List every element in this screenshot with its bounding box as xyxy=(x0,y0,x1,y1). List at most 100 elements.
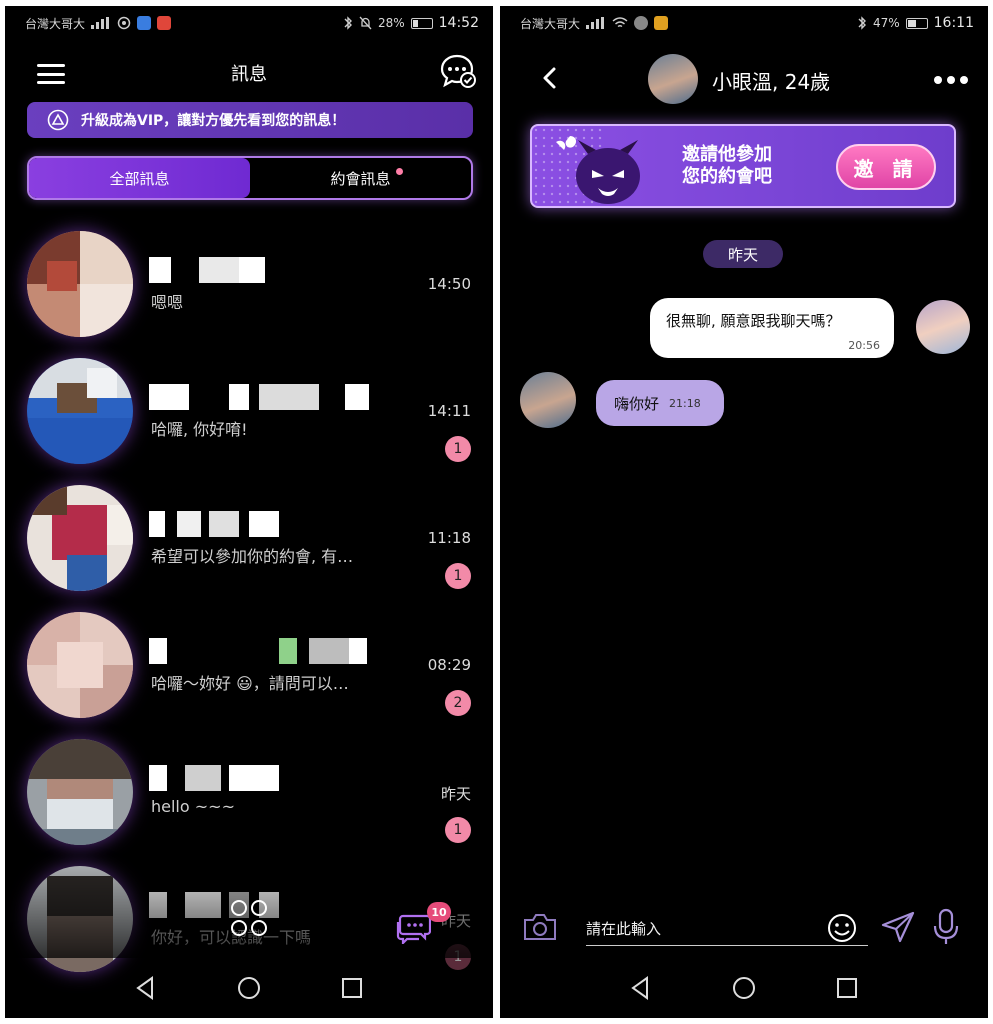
message-time: 08:29 xyxy=(427,656,471,674)
invite-text: 邀請他參加 您的約會吧 xyxy=(682,144,772,188)
avatar-pixelated xyxy=(27,612,133,718)
tab-label: 約會訊息 xyxy=(330,169,391,188)
message-time: 21:18 xyxy=(669,396,701,410)
chevron-left-icon[interactable] xyxy=(540,66,560,90)
apps-icon[interactable] xyxy=(231,900,267,936)
date-invite-banner: 邀請他參加 您的約會吧 邀 請 xyxy=(530,124,956,208)
message-preview: 希望可以參加你的約會, 有… xyxy=(151,547,354,566)
message-time: 昨天 xyxy=(440,785,471,803)
recents-square-icon[interactable] xyxy=(339,975,365,1001)
bluetooth-icon xyxy=(344,16,352,30)
message-preview: 哈囉～妳好 😃，請問可以… xyxy=(151,674,349,693)
system-nav-bar xyxy=(5,958,493,1018)
message-preview: 哈囉, 你好唷! xyxy=(151,420,248,439)
app-notification-icon xyxy=(157,16,172,30)
smiley-icon[interactable] xyxy=(826,912,858,944)
avatar-pixelated xyxy=(27,231,133,337)
tab-date-messages[interactable]: 約會訊息 xyxy=(250,158,471,198)
message-time: 14:50 xyxy=(427,275,471,293)
conversation-row[interactable]: hello ~~~ 昨天 1 xyxy=(5,729,493,856)
message-text: 很無聊, 願意跟我聊天嗎？ xyxy=(666,312,841,330)
wifi-icon xyxy=(612,17,628,28)
battery-icon xyxy=(905,17,928,29)
status-bar: 台灣大哥大 28% 14:52 xyxy=(5,6,493,40)
chat-check-icon[interactable] xyxy=(439,52,477,90)
battery-percent: 28% xyxy=(377,16,405,30)
send-icon[interactable] xyxy=(880,910,916,944)
contact-name-redacted xyxy=(149,384,379,412)
page-title: 訊息 xyxy=(231,64,267,85)
mute-bell-icon xyxy=(359,16,372,30)
devil-mascot-icon xyxy=(556,136,640,204)
conversation-row[interactable]: 嗯嗯 14:50 xyxy=(5,221,493,348)
unread-badge: 1 xyxy=(445,563,471,589)
contact-name-redacted xyxy=(149,257,379,285)
message-tabs: 全部訊息 約會訊息 xyxy=(27,156,473,200)
vip-icon xyxy=(47,109,69,131)
new-dot-indicator xyxy=(396,168,403,175)
vip-banner-text: 升級成為VIP，讓對方優先看到您的訊息！ xyxy=(81,113,346,129)
recents-square-icon[interactable] xyxy=(834,975,860,1001)
chat-bubbles-icon[interactable] xyxy=(395,914,431,944)
home-circle-icon[interactable] xyxy=(236,975,262,1001)
avatar-pixelated xyxy=(27,358,133,464)
avatar-pixelated xyxy=(27,866,133,972)
unread-badge: 2 xyxy=(445,690,471,716)
message-composer xyxy=(500,906,988,956)
home-circle-icon[interactable] xyxy=(731,975,757,1001)
message-text: 嗨你好 xyxy=(614,394,660,413)
app-notification-icon xyxy=(634,16,649,30)
clock: 14:52 xyxy=(438,15,479,31)
microphone-icon[interactable] xyxy=(932,908,960,946)
system-nav-bar xyxy=(500,958,988,1018)
invite-button[interactable]: 邀 請 xyxy=(836,144,936,190)
message-preview: 嗯嗯 xyxy=(151,293,184,312)
message-time: 11:18 xyxy=(427,529,471,547)
my-avatar xyxy=(916,300,970,354)
more-dots-icon[interactable] xyxy=(934,76,968,84)
vip-upgrade-banner[interactable]: 升級成為VIP，讓對方優先看到您的訊息！ xyxy=(27,102,473,138)
hotspot-icon xyxy=(117,16,131,30)
app-notification-icon xyxy=(654,16,669,30)
outgoing-message: 很無聊, 願意跟我聊天嗎？ 20:56 xyxy=(650,298,894,358)
battery-percent: 47% xyxy=(872,16,900,30)
camera-icon[interactable] xyxy=(522,912,558,942)
contact-name-redacted xyxy=(149,638,379,666)
unread-badge: 1 xyxy=(445,436,471,462)
carrier-name: 台灣大哥大 xyxy=(520,16,581,31)
conversation-row[interactable]: 哈囉～妳好 😃，請問可以… 08:29 2 xyxy=(5,602,493,729)
battery-icon xyxy=(410,17,433,29)
signal-icon xyxy=(586,17,605,29)
conversation-row[interactable]: 希望可以參加你的約會, 有… 11:18 1 xyxy=(5,475,493,602)
back-triangle-icon[interactable] xyxy=(133,975,159,1001)
avatar-pixelated xyxy=(27,485,133,591)
invite-line: 您的約會吧 xyxy=(682,166,772,187)
incoming-message: 嗨你好 21:18 xyxy=(596,380,724,426)
unread-badge: 1 xyxy=(445,817,471,843)
contact-name-redacted xyxy=(149,765,379,793)
status-bar: 台灣大哥大 47% 16:11 xyxy=(500,6,988,40)
message-preview: hello ~~~ xyxy=(151,797,235,816)
bluetooth-icon xyxy=(858,16,866,30)
contact-avatar[interactable] xyxy=(648,54,698,104)
app-notification-icon xyxy=(137,16,152,30)
carrier-name: 台灣大哥大 xyxy=(25,16,86,31)
message-time: 20:56 xyxy=(848,339,880,352)
avatar-pixelated xyxy=(27,739,133,845)
message-time: 14:11 xyxy=(427,402,471,420)
chat-screen: 台灣大哥大 47% 16:11 小眼溫, 24歲 邀請他參加 您的約會吧 邀 請… xyxy=(500,6,988,1018)
tab-label: 全部訊息 xyxy=(109,169,170,188)
clock: 16:11 xyxy=(933,15,974,31)
signal-icon xyxy=(91,17,110,29)
messages-list-screen: 台灣大哥大 28% 14:52 訊息 升級成為VIP，讓對方優先看到您的訊息！ … xyxy=(5,6,493,1018)
conversation-row[interactable]: 哈囉, 你好唷! 14:11 1 xyxy=(5,348,493,475)
contact-name-redacted xyxy=(149,511,379,539)
back-triangle-icon[interactable] xyxy=(628,975,654,1001)
tab-all-messages[interactable]: 全部訊息 xyxy=(29,158,250,198)
conversation-list: 嗯嗯 14:50 哈囉, 你好唷! 14:11 1 希望可以參加你的約會, 有…… xyxy=(5,221,493,983)
contact-name: 小眼溫, 24歲 xyxy=(712,70,831,94)
chat-count-badge: 10 xyxy=(427,902,451,922)
contact-avatar[interactable] xyxy=(520,372,576,428)
date-divider: 昨天 xyxy=(703,240,783,268)
invite-line: 邀請他參加 xyxy=(682,144,772,165)
